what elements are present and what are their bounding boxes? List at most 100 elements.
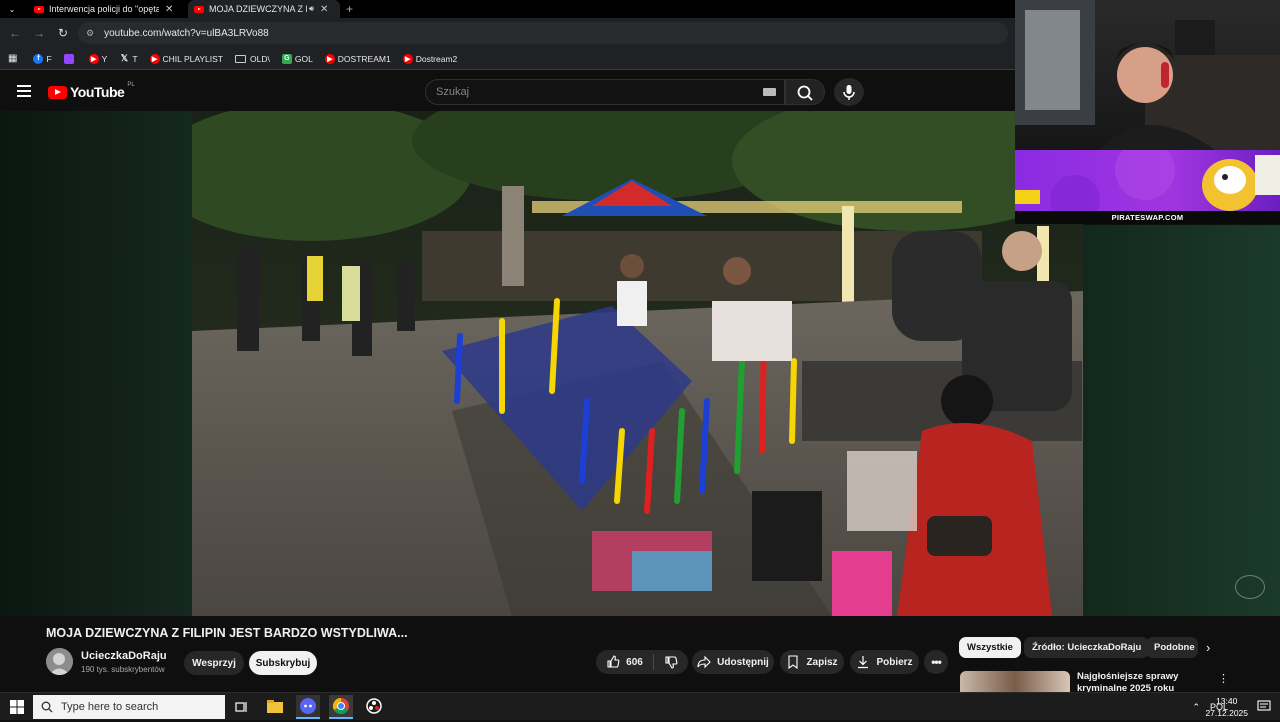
g-icon: G xyxy=(281,53,292,64)
folder-icon xyxy=(235,54,246,63)
twitch-icon xyxy=(63,53,74,64)
thumbs-down-icon[interactable] xyxy=(664,655,678,669)
bookmark-facebook[interactable]: fF xyxy=(33,53,52,64)
save-button[interactable]: Zapisz xyxy=(780,650,844,674)
youtube-icon: ▶ xyxy=(402,53,413,64)
close-icon[interactable]: ✕ xyxy=(165,4,173,15)
discord-icon xyxy=(300,698,316,714)
apps-grid-icon[interactable]: ▦ xyxy=(8,53,17,64)
more-vertical-icon: ••• xyxy=(931,655,942,669)
reload-icon[interactable]: ↻ xyxy=(51,26,75,40)
clock-time: 13:40 xyxy=(1216,696,1238,706)
keyboard-icon[interactable] xyxy=(763,88,776,96)
subscribe-button[interactable]: Subskrybuj xyxy=(249,651,317,675)
streamer-webcam xyxy=(1015,0,1280,150)
search-button[interactable] xyxy=(785,79,825,105)
taskbar-app-chrome[interactable] xyxy=(329,695,353,719)
chrome-icon xyxy=(332,697,349,715)
ad-artwork-image xyxy=(1015,150,1280,224)
search-input[interactable]: Szukaj xyxy=(425,79,785,105)
bookmarks-bar: ▦ fF ▶ Y 𝕏T ▶ CHIL PLAYLIST OLD\ G GOL ▶ DOS… xyxy=(0,48,1015,70)
bookmark-dostream1[interactable]: ▶ DOSTREAM1 xyxy=(324,53,391,64)
bookmark-dostream2[interactable]: ▶ Dostream2 xyxy=(402,53,457,64)
youtube-logo[interactable]: YouTube PL xyxy=(48,82,135,100)
taskbar-search-input[interactable]: Type here to search xyxy=(33,695,225,719)
youtube-header: YouTube PL Szukaj xyxy=(0,71,1015,111)
related-video-title[interactable]: Najgłośniejsze sprawy kryminalne 2025 ro… xyxy=(1077,671,1217,693)
webcam-image xyxy=(1015,0,1280,150)
search-icon xyxy=(797,85,813,101)
more-actions-button[interactable]: ••• xyxy=(924,650,948,674)
channel-watermark-icon[interactable] xyxy=(1235,575,1265,599)
windows-taskbar: Type here to search ⌃ POL 13:40 27.12.20… xyxy=(0,692,1280,720)
hamburger-menu-icon[interactable] xyxy=(17,85,31,97)
facebook-icon: f xyxy=(33,53,44,64)
video-player[interactable] xyxy=(192,111,1083,616)
address-bar-row: ← → ↻ ⚙ youtube.com/watch?v=ulBA3LRVo88 xyxy=(0,18,1015,48)
bookmark-gol[interactable]: G GOL xyxy=(281,53,313,64)
download-button[interactable]: Pobierz xyxy=(850,650,919,674)
tab-title: Interwencja policji do "opętane xyxy=(49,4,159,14)
search-placeholder: Szukaj xyxy=(436,86,470,98)
url-text: youtube.com/watch?v=ulBA3LRVo88 xyxy=(104,27,269,39)
like-button[interactable]: 606 xyxy=(606,655,643,669)
share-icon xyxy=(697,655,711,669)
search-icon xyxy=(41,701,53,713)
task-view-icon[interactable] xyxy=(234,700,248,714)
tab-title: MOJA DZIEWCZYNA Z FILIP xyxy=(209,4,307,14)
chip-similar[interactable]: Podobne xyxy=(1146,637,1198,658)
share-button[interactable]: Udostępnij xyxy=(692,650,774,674)
bookmark-chil-playlist[interactable]: ▶ CHIL PLAYLIST xyxy=(149,53,223,64)
video-title: MOJA DZIEWCZYNA Z FILIPIN JEST BARDZO WS… xyxy=(46,626,408,640)
notification-icon[interactable] xyxy=(1257,700,1271,713)
taskbar-app-discord[interactable] xyxy=(296,695,320,719)
obs-icon xyxy=(366,698,382,714)
youtube-favicon-icon xyxy=(34,5,44,13)
ambient-glow-right xyxy=(1083,225,1280,616)
bookmark-folder-old[interactable]: OLD\ xyxy=(235,54,270,64)
chevron-up-icon[interactable]: ⌃ xyxy=(1192,702,1200,713)
more-vertical-icon[interactable]: ⋮ xyxy=(1218,672,1229,685)
video-frame-image xyxy=(192,111,1083,616)
youtube-icon: ▶ xyxy=(88,53,99,64)
youtube-favicon-icon xyxy=(194,5,204,13)
youtube-play-icon xyxy=(48,85,67,99)
ad-footer: PIRATESWAP.COM xyxy=(1015,211,1280,224)
clock-date: 27.12.2025 xyxy=(1205,708,1248,718)
channel-name[interactable]: UcieczkaDoRaju xyxy=(81,650,167,662)
bookmark-x[interactable]: 𝕏T xyxy=(119,53,138,64)
like-count: 606 xyxy=(626,656,643,668)
taskbar-clock[interactable]: 13:40 27.12.2025 xyxy=(1205,695,1248,719)
thumbs-up-icon xyxy=(607,655,620,668)
chevron-right-icon[interactable]: › xyxy=(1206,640,1210,655)
youtube-icon: ▶ xyxy=(324,53,335,64)
chip-all[interactable]: Wszystkie xyxy=(959,637,1021,658)
avatar-image xyxy=(46,648,73,675)
new-tab-button[interactable]: + xyxy=(346,0,362,18)
chip-source[interactable]: Źródło: UcieczkaDoRaju xyxy=(1024,637,1150,658)
microphone-icon xyxy=(843,85,855,100)
site-info-icon[interactable]: ⚙ xyxy=(86,28,94,39)
speaker-icon[interactable]: 🔊︎ xyxy=(309,4,314,14)
windows-start-icon[interactable] xyxy=(10,700,24,714)
ad-banner[interactable]: PIRATESWAP.COM xyxy=(1015,150,1280,224)
voice-search-button[interactable] xyxy=(834,78,864,106)
tab-search-button[interactable]: ⌄ xyxy=(0,0,24,18)
tab-active[interactable]: MOJA DZIEWCZYNA Z FILIP 🔊︎ ✕ xyxy=(188,0,340,18)
like-dislike-group: 606 xyxy=(596,650,688,674)
back-arrow-icon[interactable]: ← xyxy=(3,26,27,40)
forward-arrow-icon[interactable]: → xyxy=(27,26,51,40)
close-icon[interactable]: ✕ xyxy=(320,4,328,15)
url-field[interactable]: ⚙ youtube.com/watch?v=ulBA3LRVo88 xyxy=(78,22,1008,44)
taskbar-app-obs[interactable] xyxy=(362,695,386,719)
file-explorer-icon[interactable] xyxy=(267,700,283,713)
support-button[interactable]: Wesprzyj xyxy=(184,651,244,675)
download-icon xyxy=(858,656,869,669)
bookmark-twitch[interactable] xyxy=(63,53,77,64)
bookmark-youtube[interactable]: ▶ Y xyxy=(88,53,107,64)
channel-avatar[interactable] xyxy=(46,648,73,675)
region-code: PL xyxy=(127,82,135,88)
youtube-icon: ▶ xyxy=(149,53,160,64)
related-video-thumbnail[interactable] xyxy=(960,671,1070,693)
tab-inactive[interactable]: Interwencja policji do "opętane ✕ xyxy=(30,0,185,18)
